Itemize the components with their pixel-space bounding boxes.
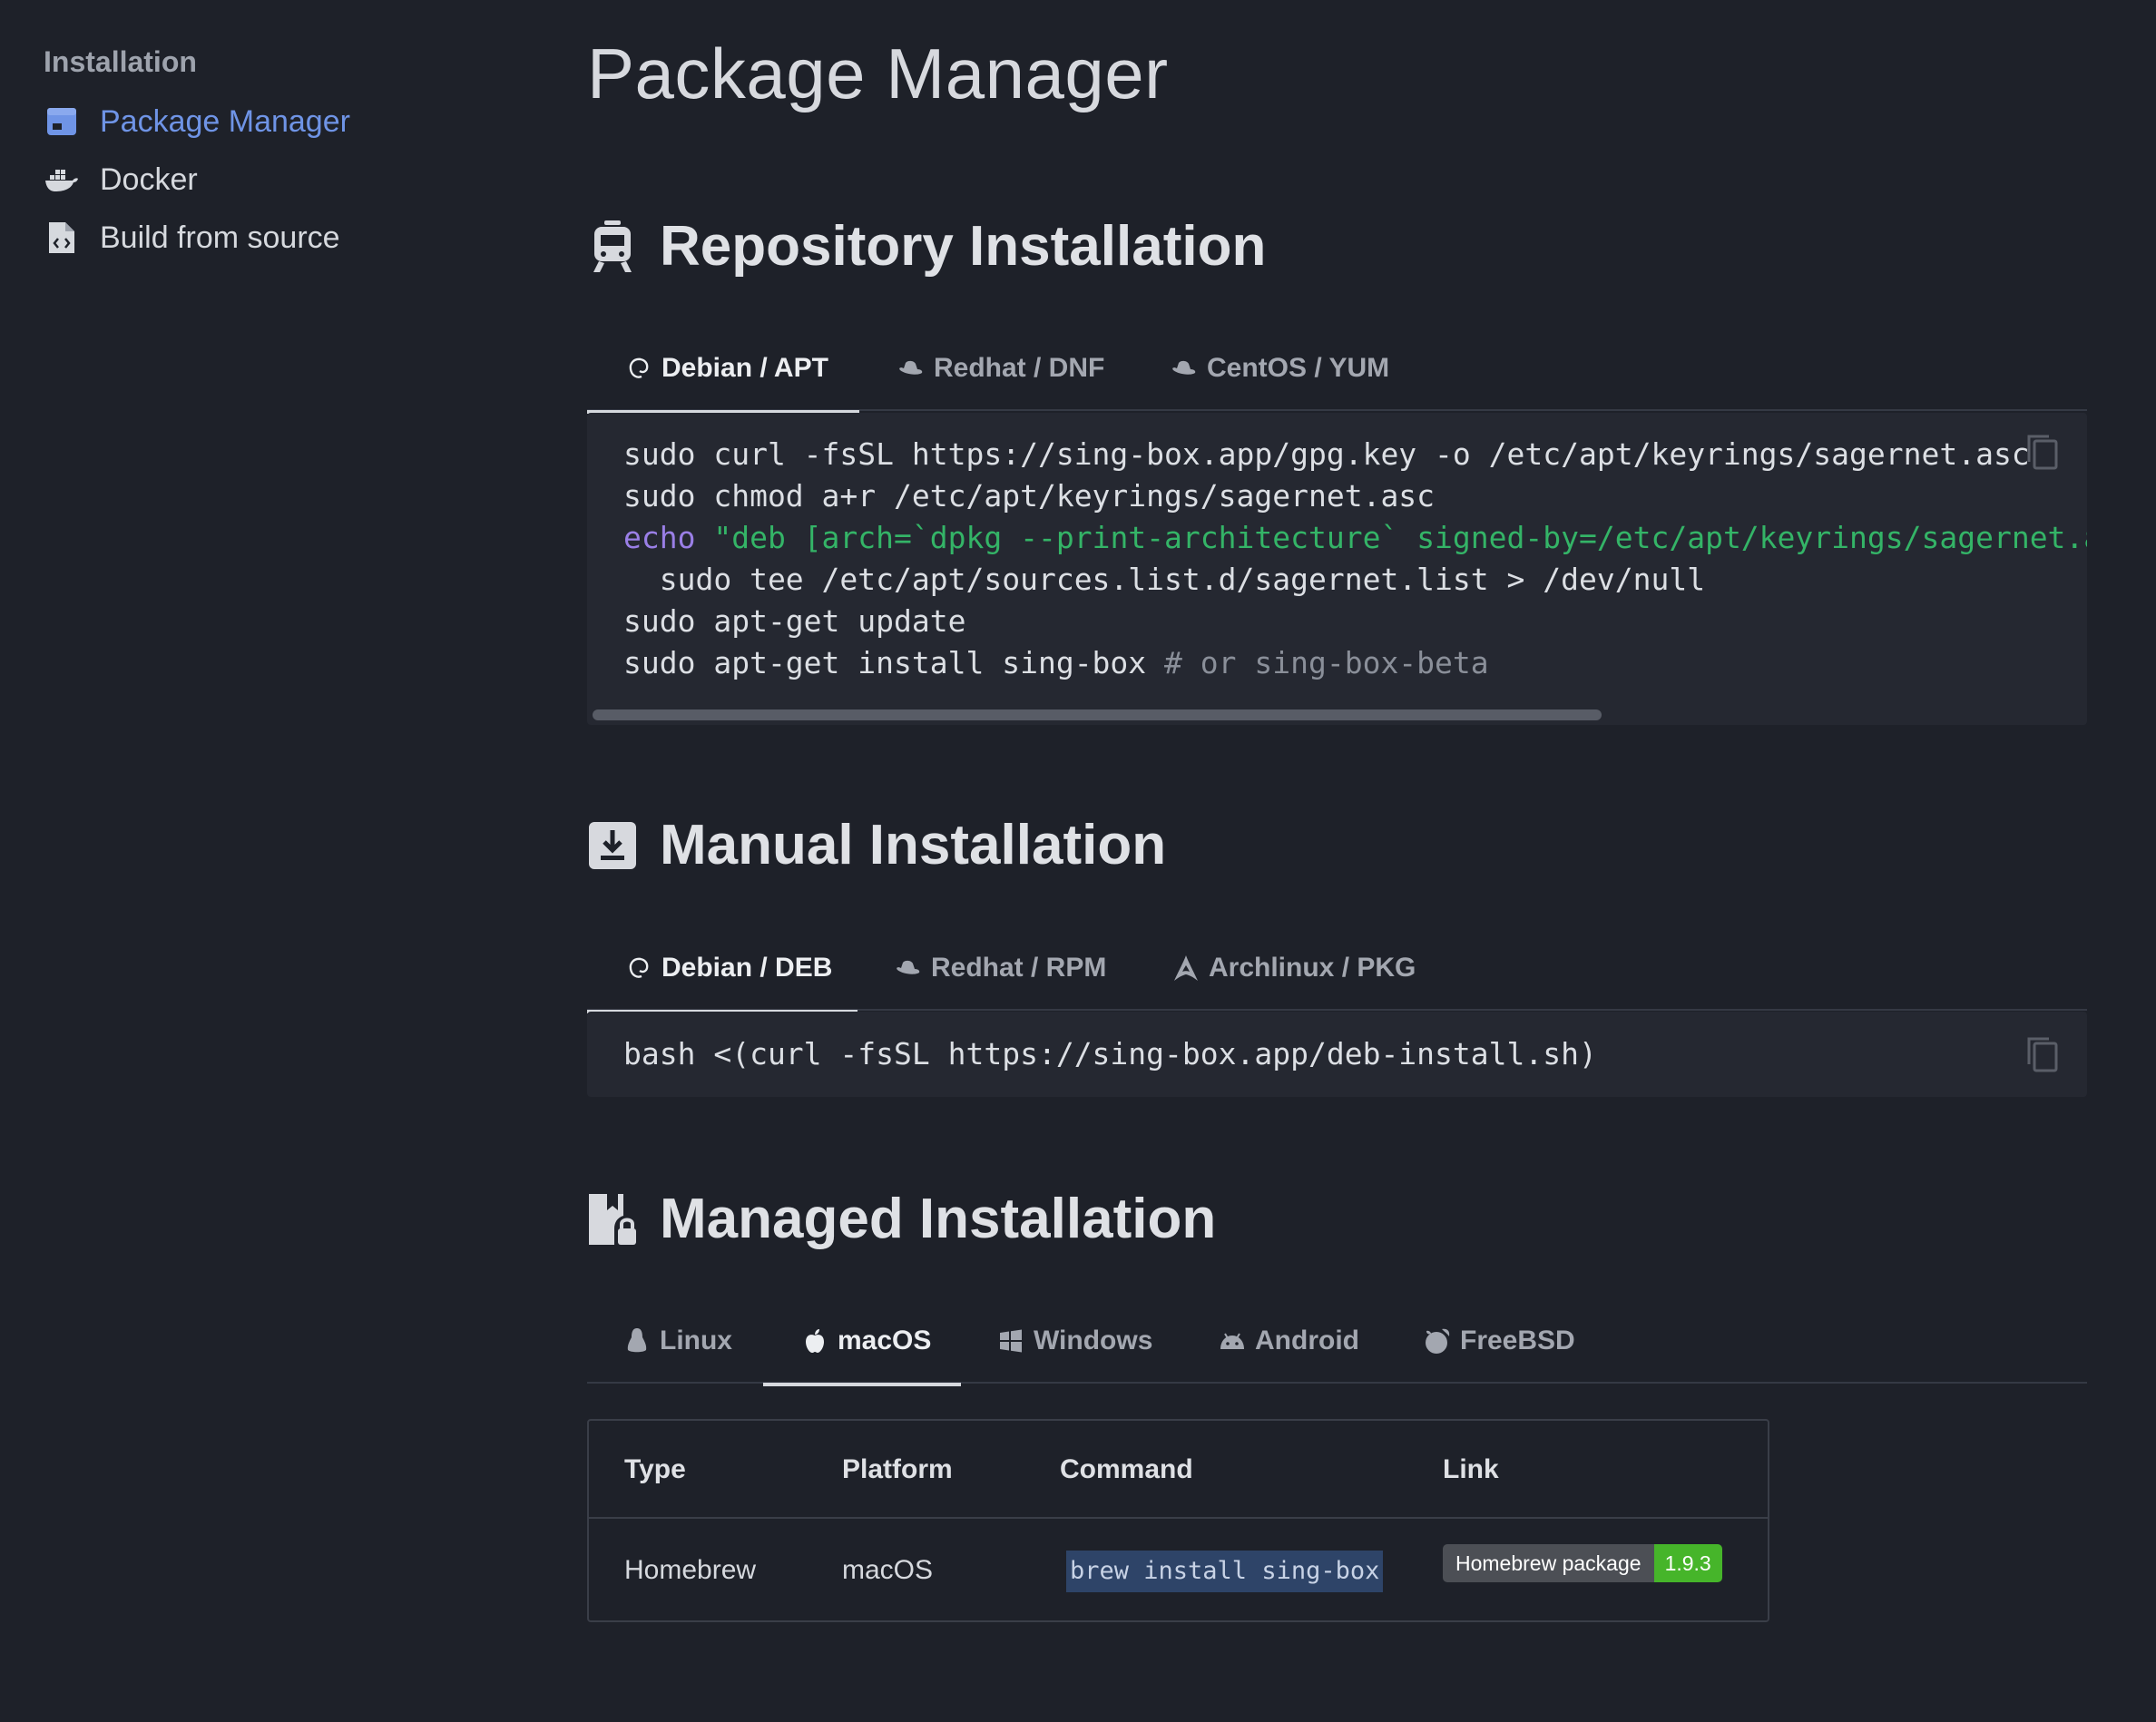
page-title: Package Manager xyxy=(587,34,1169,113)
tab-centos-yum[interactable]: CentOS / YUM xyxy=(1171,326,1389,411)
android-icon xyxy=(1219,1327,1246,1355)
sidebar-section-title: Installation xyxy=(44,45,197,78)
arch-icon xyxy=(1172,954,1200,982)
tab-label: Redhat / DNF xyxy=(934,353,1105,383)
manual-installation-heading: Manual Installation xyxy=(587,813,1166,877)
repository-tabs: Debian / APT Redhat / DNF CentOS / YUM xyxy=(587,326,2087,414)
tab-label: Debian / APT xyxy=(662,353,828,383)
tab-windows[interactable]: Windows xyxy=(997,1298,1152,1384)
repository-installation-title: Repository Installation xyxy=(660,215,1267,278)
command-code[interactable]: brew install sing-box xyxy=(1066,1551,1384,1592)
sidebar-item-label: Build from source xyxy=(100,220,340,255)
code-line: sudo apt-get install sing-box # or sing-… xyxy=(623,642,2087,684)
horizontal-scrollbar[interactable] xyxy=(593,709,1602,720)
sidebar-nav: Installation Package Manager Docker Buil… xyxy=(44,44,515,267)
managed-installation-heading: Managed Installation xyxy=(587,1187,1216,1251)
sidebar-item-docker[interactable]: Docker xyxy=(44,151,515,209)
code-string: "deb [arch=`dpkg --print-architecture` s… xyxy=(713,520,2087,555)
tab-debian-apt[interactable]: Debian / APT xyxy=(587,326,859,414)
docker-icon xyxy=(44,161,80,198)
manual-installation-title: Manual Installation xyxy=(660,814,1167,876)
tab-label: Archlinux / PKG xyxy=(1209,953,1416,983)
tab-label: macOS xyxy=(838,1326,932,1355)
code-comment: # or sing-box-beta xyxy=(1164,645,1489,680)
tab-redhat-rpm[interactable]: Redhat / RPM xyxy=(895,925,1106,1011)
tab-label: Linux xyxy=(660,1326,732,1355)
copy-icon xyxy=(2027,1037,2058,1072)
install-table: Type Platform Command Link Homebrew macO… xyxy=(587,1419,1769,1622)
tab-macos[interactable]: macOS xyxy=(763,1298,961,1386)
table-header-link: Link xyxy=(1443,1454,1499,1484)
manual-tabs: Debian / DEB Redhat / RPM Archlinux / PK… xyxy=(587,925,2087,1013)
sidebar-item-build-from-source[interactable]: Build from source xyxy=(44,209,515,267)
tab-label: Windows xyxy=(1034,1326,1153,1355)
tab-archlinux-pkg[interactable]: Archlinux / PKG xyxy=(1172,925,1416,1011)
copy-button[interactable] xyxy=(2024,1035,2060,1073)
copy-icon xyxy=(2027,435,2058,470)
cell-platform: macOS xyxy=(842,1555,934,1585)
sidebar-item-label: Docker xyxy=(100,161,198,197)
train-icon xyxy=(587,220,638,274)
code-line: echo "deb [arch=`dpkg --print-architectu… xyxy=(623,517,2087,559)
badge-label: Homebrew package xyxy=(1443,1544,1654,1582)
redhat-icon xyxy=(897,355,925,382)
file-code-icon xyxy=(44,220,80,256)
debian-icon xyxy=(625,954,652,982)
redhat-icon xyxy=(895,954,922,982)
code-line: sudo chmod a+r /etc/apt/keyrings/sagerne… xyxy=(623,478,1436,514)
tab-label: Debian / DEB xyxy=(662,953,833,983)
code-line: sudo tee /etc/apt/sources.list.d/sagerne… xyxy=(623,562,1706,597)
sidebar-item-package-manager[interactable]: Package Manager xyxy=(44,93,515,151)
tab-android[interactable]: Android xyxy=(1219,1298,1359,1384)
table-header-command: Command xyxy=(1060,1454,1193,1484)
tab-label: FreeBSD xyxy=(1460,1326,1575,1355)
tab-freebsd[interactable]: FreeBSD xyxy=(1424,1298,1575,1384)
badge-version: 1.9.3 xyxy=(1653,1544,1722,1582)
tab-label: CentOS / YUM xyxy=(1207,353,1390,383)
freebsd-icon xyxy=(1424,1327,1451,1355)
table-header-type: Type xyxy=(624,1454,686,1484)
package-icon xyxy=(44,103,80,140)
code-line: sudo apt-get update xyxy=(623,603,966,639)
download-icon xyxy=(587,818,638,873)
code-content: sudo curl -fsSL https://sing-box.app/gpg… xyxy=(623,434,2087,684)
windows-icon xyxy=(997,1327,1024,1355)
cell-command[interactable]: brew install sing-box xyxy=(1066,1519,1384,1622)
table-header-row: Type Platform Command Link xyxy=(589,1421,1768,1519)
package-lock-icon xyxy=(587,1192,638,1247)
repository-code-block[interactable]: sudo curl -fsSL https://sing-box.app/gpg… xyxy=(587,413,2087,725)
homebrew-package-badge[interactable]: Homebrew package 1.9.3 xyxy=(1443,1544,1722,1582)
tab-debian-deb[interactable]: Debian / DEB xyxy=(587,925,858,1013)
copy-button[interactable] xyxy=(2024,433,2060,471)
manual-code-block[interactable]: bash <(curl -fsSL https://sing-box.app/d… xyxy=(587,1012,2087,1097)
table-row: Homebrew macOS brew install sing-box Hom… xyxy=(589,1519,1768,1622)
tab-label: Android xyxy=(1255,1326,1359,1355)
linux-icon xyxy=(623,1327,651,1355)
managed-installation-title: Managed Installation xyxy=(660,1188,1217,1250)
sidebar-item-label: Package Manager xyxy=(100,103,350,139)
code-content: bash <(curl -fsSL https://sing-box.app/d… xyxy=(623,1033,1597,1075)
code-command: sudo apt-get install sing-box xyxy=(623,645,1165,680)
debian-icon xyxy=(625,355,652,382)
apple-icon xyxy=(801,1327,828,1355)
redhat-icon xyxy=(1171,355,1198,382)
tab-redhat-dnf[interactable]: Redhat / DNF xyxy=(897,326,1104,411)
table-header-platform: Platform xyxy=(842,1454,953,1484)
code-keyword: echo xyxy=(623,520,696,555)
code-line: bash <(curl -fsSL https://sing-box.app/d… xyxy=(623,1036,1597,1071)
managed-tabs: Linux macOS Windows Android FreeBSD xyxy=(587,1298,2087,1386)
tab-linux[interactable]: Linux xyxy=(623,1298,732,1384)
tab-label: Redhat / RPM xyxy=(931,953,1107,983)
repository-installation-heading: Repository Installation xyxy=(587,214,1266,279)
cell-type: Homebrew xyxy=(624,1555,757,1585)
code-line: sudo curl -fsSL https://sing-box.app/gpg… xyxy=(623,436,2030,472)
